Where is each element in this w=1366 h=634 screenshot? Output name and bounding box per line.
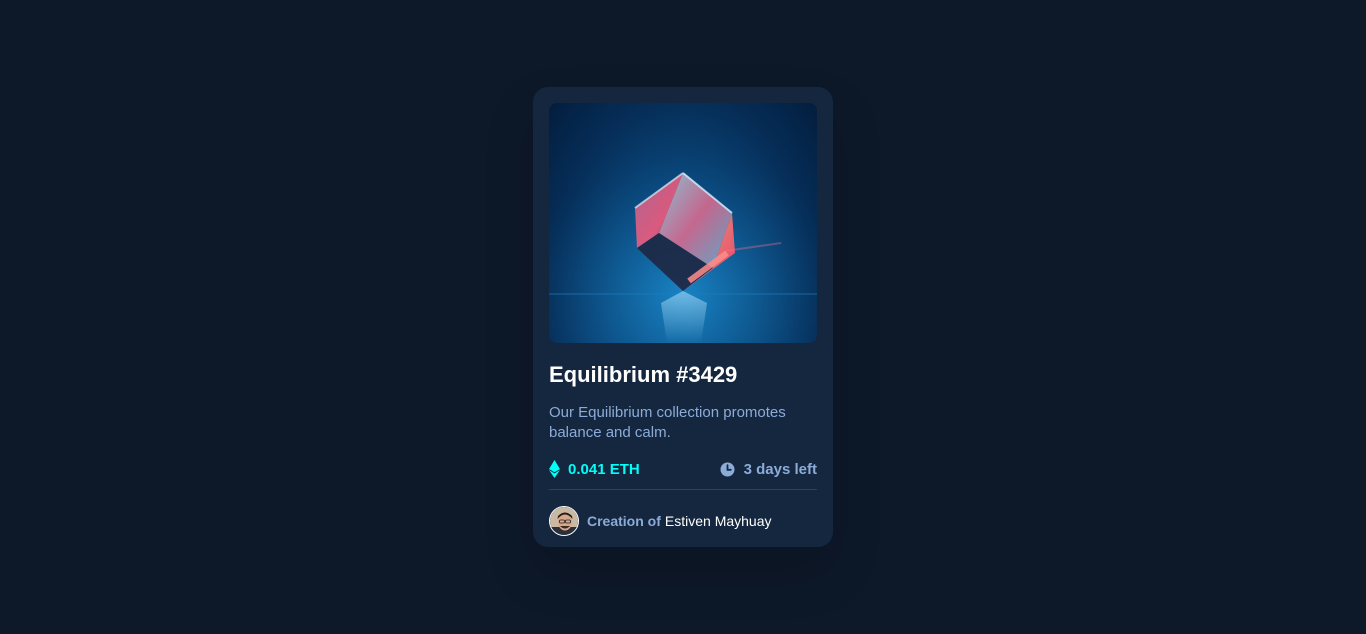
time-left-stat: 3 days left: [719, 461, 817, 478]
creator-row: Creation of Estiven Mayhuay: [549, 506, 817, 536]
divider: [549, 489, 817, 490]
time-left-value: 3 days left: [743, 460, 817, 478]
creator-name-link[interactable]: Estiven Mayhuay: [665, 513, 772, 529]
ethereum-icon: [549, 460, 560, 478]
nft-title[interactable]: Equilibrium #3429: [549, 361, 817, 389]
price-value: 0.041 ETH: [568, 460, 640, 478]
nft-stats: 0.041 ETH 3 days left: [549, 458, 817, 480]
nft-card: Equilibrium #3429 Our Equilibrium collec…: [533, 87, 833, 547]
page: Equilibrium #3429 Our Equilibrium collec…: [0, 0, 1366, 634]
cube-illustration: [549, 103, 817, 343]
clock-icon: [719, 461, 736, 478]
price-stat: 0.041 ETH: [549, 460, 640, 478]
creator-prefix: Creation of: [587, 513, 661, 529]
avatar: [549, 506, 579, 536]
nft-image[interactable]: [549, 103, 817, 343]
nft-description: Our Equilibrium collection promotes bala…: [549, 404, 786, 441]
